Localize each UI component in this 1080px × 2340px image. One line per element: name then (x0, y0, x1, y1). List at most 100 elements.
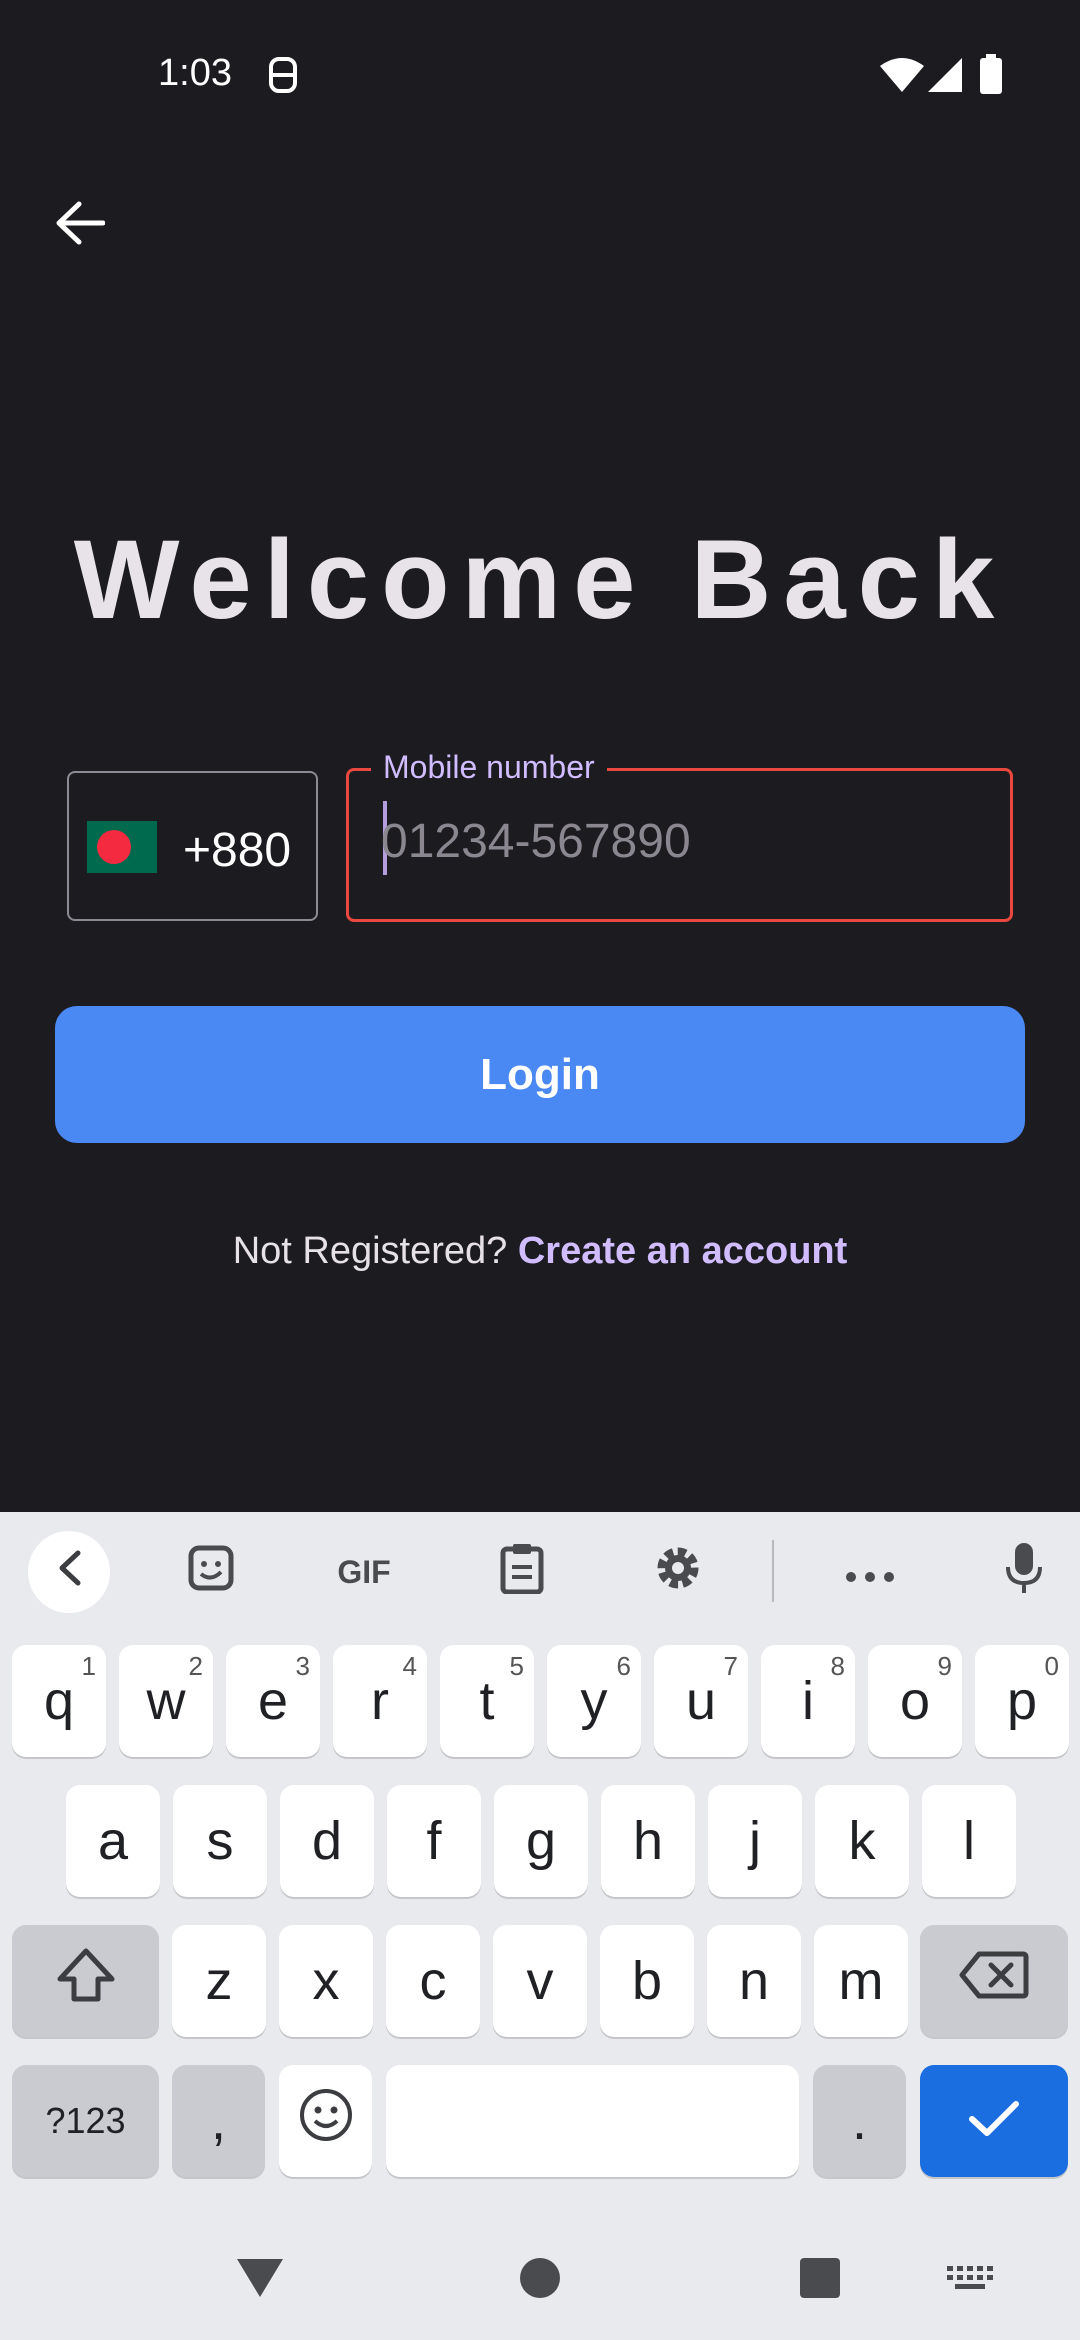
shift-icon (56, 1947, 116, 2016)
key-e[interactable]: e3 (226, 1645, 320, 1757)
key-y[interactable]: y6 (547, 1645, 641, 1757)
country-code-selector[interactable]: +880 (67, 771, 318, 921)
key-hint: 2 (188, 1651, 203, 1681)
key-u[interactable]: u7 (654, 1645, 748, 1757)
period-key[interactable]: . (813, 2065, 906, 2177)
keyboard-collapse-button[interactable] (28, 1531, 110, 1613)
key-v[interactable]: v (493, 1925, 587, 2037)
key-x[interactable]: x (279, 1925, 373, 2037)
create-account-link[interactable]: Create an account (518, 1230, 847, 1272)
key-label: b (631, 1951, 663, 2011)
key-b[interactable]: b (600, 1925, 694, 2037)
face-sync-icon (268, 56, 298, 99)
key-hint: 0 (1044, 1651, 1059, 1681)
chevron-left-icon (56, 1549, 82, 1595)
shift-key[interactable] (12, 1925, 159, 2037)
key-q[interactable]: q1 (12, 1645, 106, 1757)
clipboard-button[interactable] (494, 1536, 550, 1608)
mobile-number-input[interactable] (381, 811, 981, 871)
emoji-icon (299, 2088, 353, 2155)
more-options-button[interactable] (840, 1536, 900, 1608)
done-key[interactable] (920, 2065, 1068, 2177)
keyboard-toolbar: GIF (0, 1512, 1080, 1632)
recents-square-icon (799, 2257, 841, 2304)
key-r[interactable]: r4 (333, 1645, 427, 1757)
key-label: i (802, 1671, 814, 1731)
emoji-key[interactable] (279, 2065, 372, 2177)
key-l[interactable]: l (922, 1785, 1016, 1897)
key-f[interactable]: f (387, 1785, 481, 1897)
key-label: t (479, 1671, 495, 1731)
key-label: w (146, 1671, 186, 1731)
gear-icon (653, 1543, 703, 1601)
backspace-icon (959, 1950, 1029, 2013)
key-label: q (43, 1671, 75, 1731)
key-w[interactable]: w2 (119, 1645, 213, 1757)
battery-icon (980, 54, 1002, 99)
key-label: f (426, 1811, 442, 1871)
key-i[interactable]: i8 (761, 1645, 855, 1757)
key-k[interactable]: k (815, 1785, 909, 1897)
key-z[interactable]: z (172, 1925, 266, 2037)
key-label: m (838, 1951, 884, 2011)
key-hint: 3 (295, 1651, 310, 1681)
bangladesh-flag-icon (87, 821, 157, 873)
key-label: h (632, 1811, 664, 1871)
key-c[interactable]: c (386, 1925, 480, 2037)
key-j[interactable]: j (708, 1785, 802, 1897)
key-label: z (205, 1951, 233, 2011)
home-circle-icon (518, 2256, 562, 2305)
keyboard-switch-icon (947, 2265, 993, 2295)
key-label: a (97, 1811, 129, 1871)
key-s[interactable]: s (173, 1785, 267, 1897)
voice-input-button[interactable] (996, 1536, 1052, 1608)
key-label: j (749, 1811, 761, 1871)
arrow-back-icon (55, 201, 106, 250)
page-title: Welcome Back (73, 517, 1007, 642)
key-hint: 5 (509, 1651, 524, 1681)
key-label: e (257, 1671, 289, 1731)
key-h[interactable]: h (601, 1785, 695, 1897)
register-prompt: Not Registered? (232, 1230, 508, 1272)
space-key[interactable] (386, 2065, 799, 2177)
login-button[interactable]: Login (55, 1006, 1025, 1143)
backspace-key[interactable] (920, 1925, 1068, 2037)
keyboard-switch-button[interactable] (930, 2220, 1010, 2340)
key-label: k (848, 1811, 876, 1871)
register-prompt-line: Not Registered? Create an account (0, 1230, 1080, 1273)
system-nav-bar (0, 2220, 1080, 2340)
key-n[interactable]: n (707, 1925, 801, 2037)
key-hint: 1 (81, 1651, 96, 1681)
nav-home-button[interactable] (500, 2220, 580, 2340)
key-a[interactable]: a (66, 1785, 160, 1897)
nav-recents-button[interactable] (780, 2220, 860, 2340)
wifi-icon (880, 58, 924, 97)
soft-keyboard: GIF q1w2e3r4t5y6u7i8o9p0asdfghjklzxcvbnm… (0, 1512, 1080, 2340)
back-button[interactable] (40, 185, 120, 265)
key-hint: 6 (616, 1651, 631, 1681)
key-p[interactable]: p0 (975, 1645, 1069, 1757)
key-label: g (525, 1811, 557, 1871)
key-label: c (419, 1951, 447, 2011)
mic-icon (1004, 1541, 1044, 1603)
check-icon (968, 2090, 1020, 2152)
key-d[interactable]: d (280, 1785, 374, 1897)
symbols-key[interactable]: ?123 (12, 2065, 159, 2177)
key-label: r (371, 1671, 389, 1731)
sticker-button[interactable] (178, 1536, 244, 1608)
signal-icon (928, 58, 962, 97)
key-hint: 8 (830, 1651, 845, 1681)
key-o[interactable]: o9 (868, 1645, 962, 1757)
more-icon (845, 1554, 895, 1591)
key-t[interactable]: t5 (440, 1645, 534, 1757)
comma-key[interactable]: , (172, 2065, 265, 2177)
keyboard-settings-button[interactable] (650, 1536, 706, 1608)
key-g[interactable]: g (494, 1785, 588, 1897)
gif-button[interactable]: GIF (322, 1536, 406, 1608)
nav-back-button[interactable] (220, 2220, 300, 2340)
key-label: p (1006, 1671, 1038, 1731)
mobile-number-field[interactable]: Mobile number (346, 749, 1013, 922)
key-label: y (580, 1671, 608, 1731)
key-m[interactable]: m (814, 1925, 908, 2037)
back-triangle-icon (235, 2257, 285, 2304)
